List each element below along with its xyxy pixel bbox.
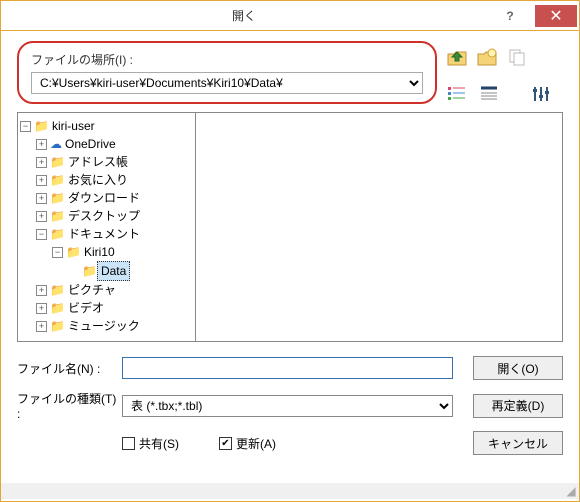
filetype-label: ファイルの種類(T) : (17, 390, 122, 421)
filetype-select[interactable]: 表 (*.tbx;*.tbl) (122, 395, 453, 417)
tree-item[interactable]: Kiri10 (81, 243, 118, 261)
details-view-icon[interactable] (445, 82, 469, 106)
folder-icon: 📁 (50, 299, 65, 317)
collapse-icon[interactable]: − (52, 247, 63, 258)
toolbar (445, 45, 529, 69)
expand-icon[interactable]: + (36, 303, 47, 314)
list-view-icon[interactable] (477, 82, 501, 106)
help-button[interactable]: ? (489, 5, 531, 27)
filename-label: ファイル名(N) : (17, 360, 122, 377)
folder-icon: 📁 (82, 262, 97, 280)
cancel-button[interactable]: キャンセル (473, 431, 563, 455)
cloud-icon: ☁ (50, 135, 62, 153)
new-folder-icon[interactable] (475, 45, 499, 69)
close-button[interactable]: ✕ (535, 5, 577, 27)
folder-icon: 📁 (50, 189, 65, 207)
tree-item[interactable]: ミュージック (65, 317, 143, 335)
folder-tree[interactable]: −📁kiri-user +☁OneDrive +📁アドレス帳 +📁お気に入り +… (18, 113, 193, 341)
open-button[interactable]: 開く(O) (473, 356, 563, 380)
expand-icon[interactable]: + (36, 285, 47, 296)
share-checkbox[interactable]: 共有(S) (122, 435, 179, 452)
path-combo[interactable]: C:¥Users¥kiri-user¥Documents¥Kiri10¥Data… (31, 72, 423, 94)
collapse-icon[interactable]: − (36, 229, 47, 240)
folder-icon: 📁 (50, 153, 65, 171)
expand-icon[interactable]: + (36, 175, 47, 186)
folder-icon: 📁 (66, 243, 81, 261)
expand-icon[interactable]: + (36, 193, 47, 204)
expand-icon[interactable]: + (36, 321, 47, 332)
collapse-icon[interactable]: − (20, 121, 31, 132)
tree-item[interactable]: ビデオ (65, 299, 107, 317)
folder-icon: 📁 (50, 281, 65, 299)
expand-icon[interactable]: + (36, 157, 47, 168)
expand-icon[interactable]: + (36, 211, 47, 222)
tree-root[interactable]: kiri-user (49, 117, 98, 135)
path-label: ファイルの場所(I) : (31, 51, 423, 68)
redefine-button[interactable]: 再定義(D) (473, 394, 563, 418)
tree-item-selected[interactable]: Data (97, 261, 130, 281)
settings-icon[interactable] (529, 82, 553, 106)
titlebar: 開く ? ✕ (1, 1, 579, 31)
copy-icon[interactable] (505, 45, 529, 69)
folder-icon: 📁 (50, 225, 65, 243)
tree-item[interactable]: アドレス帳 (65, 153, 131, 171)
tree-item[interactable]: ドキュメント (65, 225, 143, 243)
window-title: 開く (1, 7, 487, 24)
path-section: ファイルの場所(I) : C:¥Users¥kiri-user¥Document… (17, 41, 437, 104)
file-list[interactable] (195, 113, 562, 341)
up-folder-icon[interactable] (445, 45, 469, 69)
filename-input[interactable] (122, 357, 453, 379)
folder-icon: 📁 (50, 317, 65, 335)
tree-item[interactable]: OneDrive (62, 135, 119, 153)
open-dialog: 開く ? ✕ ファイルの場所(I) : C:¥Users¥kiri-user¥D… (0, 0, 580, 502)
tree-item[interactable]: ピクチャ (65, 281, 119, 299)
folder-icon: 📁 (34, 117, 49, 135)
tree-item[interactable]: お気に入り (65, 171, 131, 189)
expand-icon[interactable]: + (36, 139, 47, 150)
tree-item[interactable]: デスクトップ (65, 207, 143, 225)
file-browser: −📁kiri-user +☁OneDrive +📁アドレス帳 +📁お気に入り +… (17, 112, 563, 342)
tree-item[interactable]: ダウンロード (65, 189, 143, 207)
folder-icon: 📁 (50, 171, 65, 189)
update-checkbox[interactable]: ✔更新(A) (219, 435, 276, 452)
folder-icon: 📁 (50, 207, 65, 225)
